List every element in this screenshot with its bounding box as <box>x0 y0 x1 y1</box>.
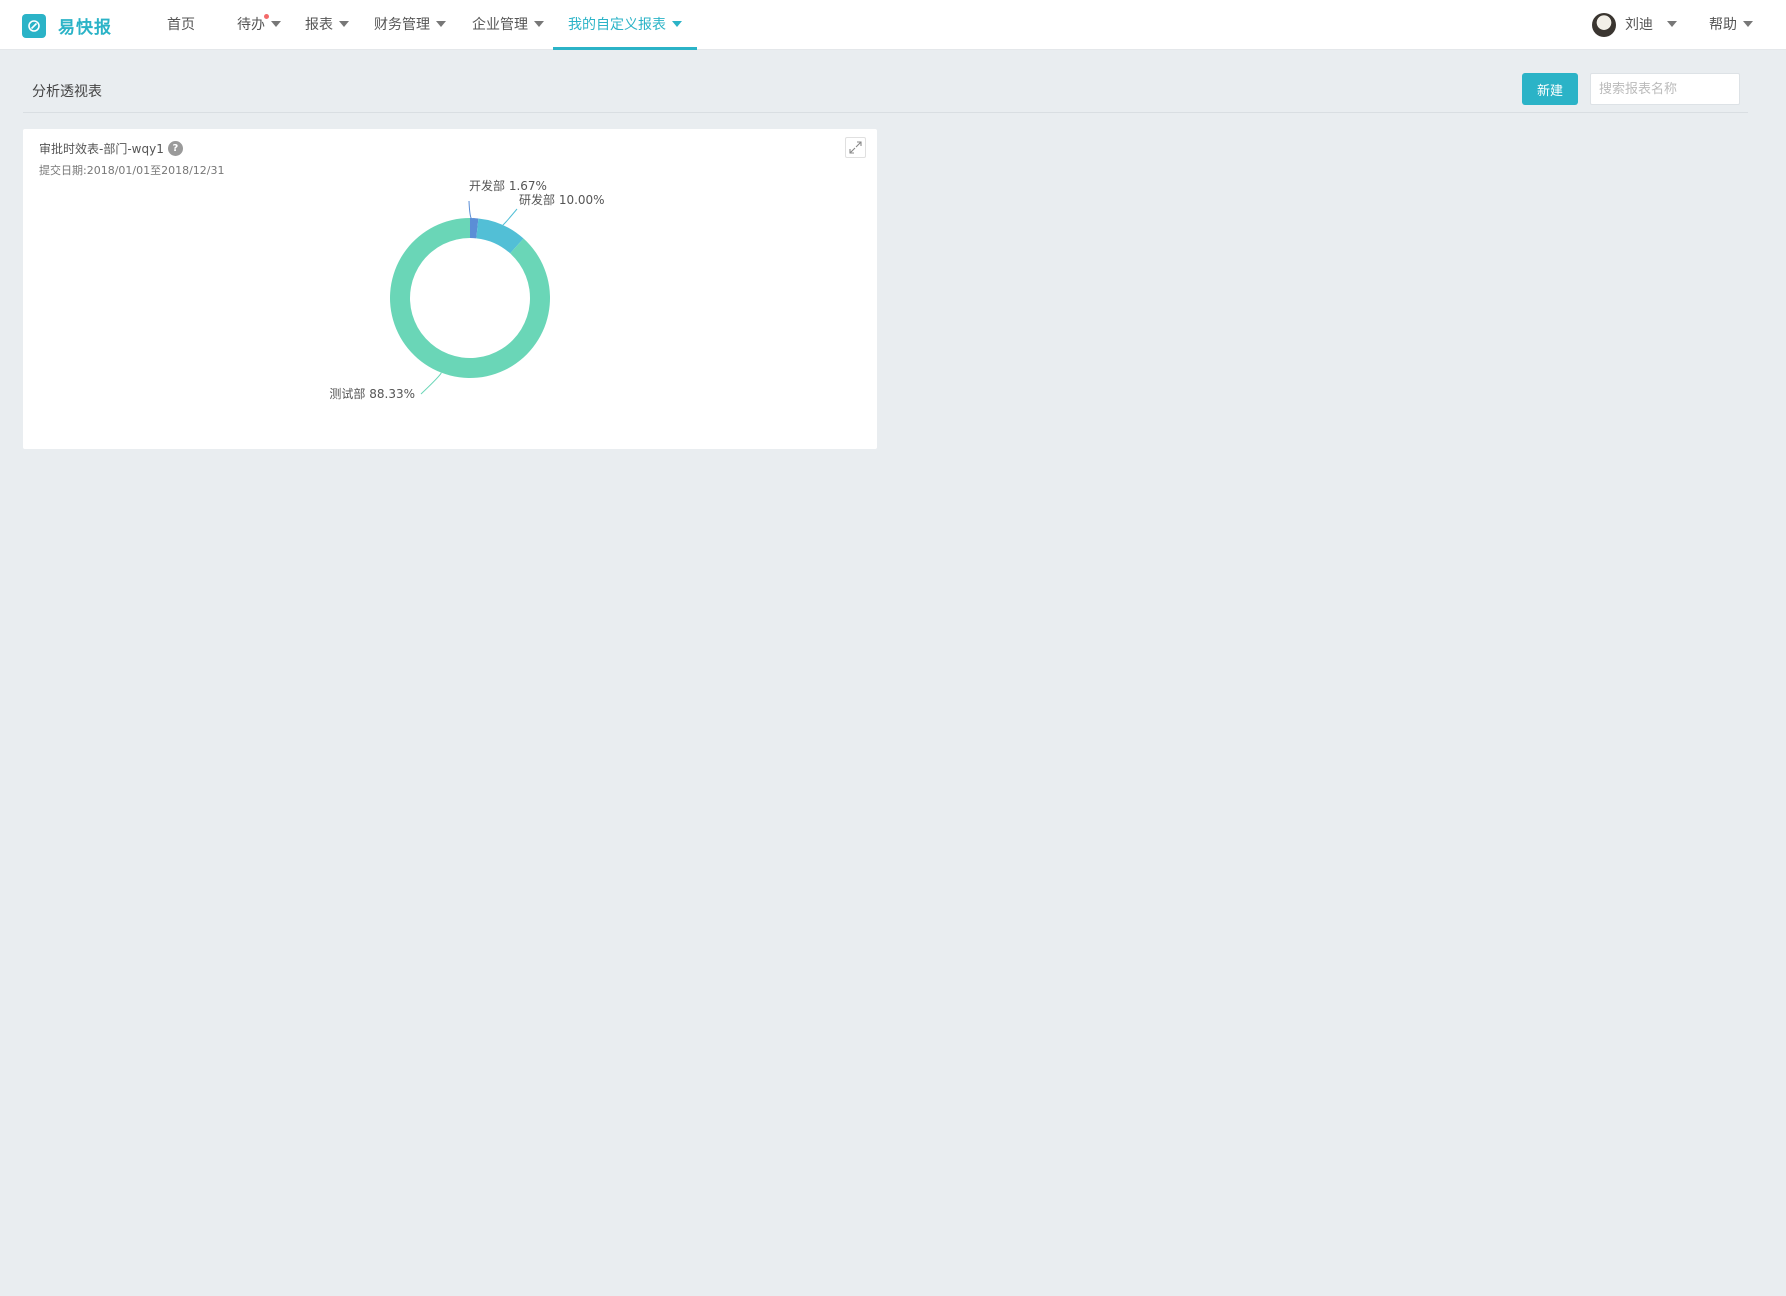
user-name: 刘迪 <box>1625 17 1653 33</box>
chevron-down-icon <box>339 21 349 27</box>
avatar[interactable] <box>1592 13 1616 37</box>
pie-slice-测试部[interactable] <box>390 218 550 379</box>
leader-line-开发部 <box>468 200 475 221</box>
nav-reports[interactable]: 报表 <box>305 0 349 50</box>
nav-finance[interactable]: 财务管理 <box>374 0 446 50</box>
search-input[interactable] <box>1590 73 1740 105</box>
nav-home[interactable]: 首页 <box>167 0 195 50</box>
donut-chart: 开发部 1.67%研发部 10.00% 测试部 88.33% <box>329 178 605 401</box>
page-header: 分析透视表 新建 <box>23 72 1748 113</box>
top-navigation-bar: 易快报 首页 待办 报表 财务管理 企业管理 我的自定义报表 刘迪 帮助 <box>0 0 1786 50</box>
brand-logo[interactable]: 易快报 <box>22 13 112 38</box>
slice-label-开发部: 开发部 1.67% <box>469 178 547 193</box>
leader-line-测试部 <box>420 372 442 395</box>
report-card[interactable]: 审批时效表-部门-wqy1 ? 提交日期:2018/01/01至2018/12/… <box>23 129 877 449</box>
nav-reports-label: 报表 <box>305 17 333 33</box>
help-menu[interactable]: 帮助 <box>1709 0 1753 50</box>
chevron-down-icon <box>1743 21 1753 27</box>
brand-name: 易快报 <box>58 18 112 38</box>
notification-dot <box>264 14 269 19</box>
nav-enterprise[interactable]: 企业管理 <box>472 0 544 50</box>
nav-custom-reports[interactable]: 我的自定义报表 <box>553 0 697 50</box>
nav-todo[interactable]: 待办 <box>237 0 281 50</box>
chevron-down-icon <box>1667 21 1677 27</box>
nav-enterprise-label: 企业管理 <box>472 17 528 33</box>
page-title: 分析透视表 <box>32 84 102 100</box>
nav-custom-reports-label: 我的自定义报表 <box>568 17 666 33</box>
slice-label-研发部: 研发部 10.00% <box>519 192 605 207</box>
chevron-down-icon <box>672 21 682 27</box>
chevron-down-icon <box>534 21 544 27</box>
logo-icon <box>22 13 46 38</box>
chevron-down-icon <box>271 21 281 27</box>
user-menu[interactable]: 刘迪 <box>1625 0 1677 50</box>
help-label: 帮助 <box>1709 17 1737 33</box>
nav-todo-label: 待办 <box>237 17 265 33</box>
nav-finance-label: 财务管理 <box>374 17 430 33</box>
new-report-button[interactable]: 新建 <box>1522 73 1578 105</box>
slice-label-测试部: 测试部 88.33% <box>329 386 415 401</box>
chevron-down-icon <box>436 21 446 27</box>
leader-line-研发部 <box>502 208 518 226</box>
